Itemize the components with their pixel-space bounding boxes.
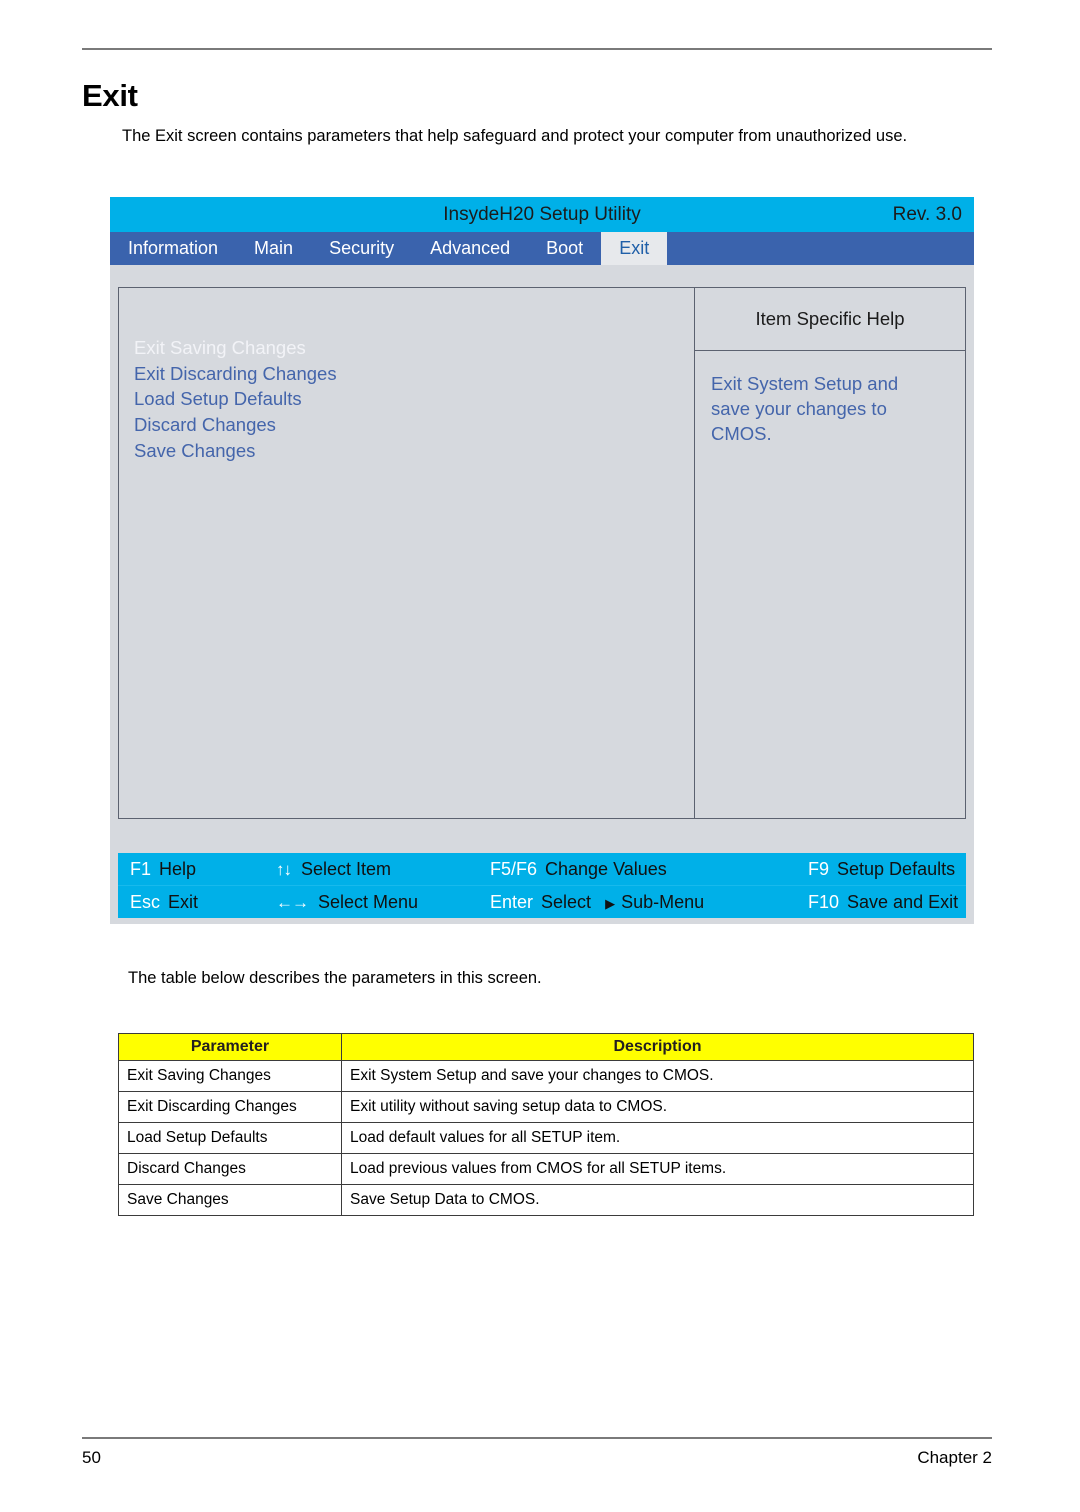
key-f9-setup-defaults[interactable]: F9 Setup Defaults — [808, 859, 966, 880]
menu-item-discard-changes[interactable]: Discard Changes — [134, 412, 694, 438]
key-updown-select-item[interactable]: ↑↓ Select Item — [276, 859, 490, 880]
bios-utility-name: InsydeH20 Setup Utility — [443, 204, 641, 225]
key-label-f5f6: F5/F6 — [490, 858, 538, 879]
key-desc-select-menu: Select Menu — [318, 891, 419, 912]
key-f1-help[interactable]: F1 Help — [118, 859, 276, 880]
footer-rule — [82, 1437, 992, 1439]
help-text-line-3: CMOS. — [711, 423, 772, 444]
page-title: Exit — [82, 78, 138, 113]
cell-description: Exit System Setup and save your changes … — [341, 1060, 974, 1092]
key-desc-save-and-exit: Save and Exit — [847, 891, 959, 912]
key-leftright-select-menu[interactable]: ←→ Select Menu — [276, 892, 490, 913]
key-desc-setup-defaults: Setup Defaults — [837, 858, 956, 879]
document-page: Exit The Exit screen contains parameters… — [0, 0, 1080, 1512]
column-header-description: Description — [341, 1033, 974, 1061]
bios-content-frame: Exit Saving Changes Exit Discarding Chan… — [118, 287, 966, 819]
tab-advanced[interactable]: Advanced — [412, 232, 528, 265]
help-text-line-1: Exit System Setup and — [711, 373, 899, 394]
tab-boot[interactable]: Boot — [528, 232, 601, 265]
tab-main[interactable]: Main — [236, 232, 311, 265]
key-desc-sub-menu: Sub-Menu — [621, 891, 705, 912]
cell-parameter: Save Changes — [118, 1184, 342, 1216]
help-panel-title: Item Specific Help — [695, 288, 965, 351]
cell-description: Load default values for all SETUP item. — [341, 1122, 974, 1154]
table-intro-paragraph: The table below describes the parameters… — [128, 969, 542, 987]
bios-body: Exit Saving Changes Exit Discarding Chan… — [110, 265, 974, 924]
tab-exit[interactable]: Exit — [601, 232, 668, 265]
menu-item-exit-saving-changes[interactable]: Exit Saving Changes — [134, 335, 694, 361]
exit-menu-list[interactable]: Exit Saving Changes Exit Discarding Chan… — [134, 335, 694, 464]
key-desc-select: Select — [541, 891, 592, 912]
table-body: Exit Saving Changes Exit System Setup an… — [118, 1060, 974, 1216]
parameter-description-table: Parameter Description Exit Saving Change… — [118, 1033, 974, 1216]
help-text-line-2: save your changes to — [711, 398, 887, 419]
key-desc-exit: Exit — [168, 891, 199, 912]
function-key-row-2: Esc Exit ←→ Select Menu Enter Select ▶ S… — [118, 885, 966, 918]
key-desc-help: Help — [159, 858, 197, 879]
key-esc-exit[interactable]: Esc Exit — [118, 892, 276, 913]
help-panel-body: Exit System Setup and save your changes … — [695, 351, 965, 446]
key-label-enter: Enter — [490, 891, 534, 912]
cell-parameter: Exit Saving Changes — [118, 1060, 342, 1092]
menu-item-load-setup-defaults[interactable]: Load Setup Defaults — [134, 386, 694, 412]
cell-description: Save Setup Data to CMOS. — [341, 1184, 974, 1216]
bios-revision: Rev. 3.0 — [892, 204, 962, 225]
bios-title-bar: InsydeH20 Setup Utility Rev. 3.0 — [110, 197, 974, 232]
function-key-bar: F1 Help ↑↓ Select Item F5/F6 Change Valu… — [118, 853, 966, 918]
cell-description: Load previous values from CMOS for all S… — [341, 1153, 974, 1185]
key-label-f1: F1 — [130, 858, 152, 879]
intro-paragraph: The Exit screen contains parameters that… — [122, 127, 908, 145]
table-head: Parameter Description — [118, 1033, 974, 1061]
left-right-arrow-icon: ←→ — [276, 892, 309, 912]
key-enter-select-submenu[interactable]: Enter Select ▶ Sub-Menu — [490, 892, 808, 913]
tab-bar-filler — [667, 232, 974, 265]
up-down-arrow-icon: ↑↓ — [276, 859, 292, 879]
bios-menu-panel: Exit Saving Changes Exit Discarding Chan… — [119, 288, 695, 818]
bios-tab-bar[interactable]: Information Main Security Advanced Boot … — [110, 232, 974, 265]
table-row: Load Setup Defaults Load default values … — [118, 1122, 974, 1154]
page-number: 50 — [82, 1448, 101, 1467]
cell-description: Exit utility without saving setup data t… — [341, 1091, 974, 1123]
key-label-esc: Esc — [130, 891, 161, 912]
function-key-row-1: F1 Help ↑↓ Select Item F5/F6 Change Valu… — [118, 853, 966, 885]
key-f5f6-change-values[interactable]: F5/F6 Change Values — [490, 859, 808, 880]
table-row: Exit Saving Changes Exit System Setup an… — [118, 1060, 974, 1092]
header-rule — [82, 48, 992, 50]
cell-parameter: Load Setup Defaults — [118, 1122, 342, 1154]
table-row: Exit Discarding Changes Exit utility wit… — [118, 1091, 974, 1123]
key-desc-select-item: Select Item — [301, 858, 392, 879]
key-f10-save-and-exit[interactable]: F10 Save and Exit — [808, 892, 966, 913]
menu-item-exit-discarding-changes[interactable]: Exit Discarding Changes — [134, 361, 694, 387]
bios-setup-screenshot: InsydeH20 Setup Utility Rev. 3.0 Informa… — [110, 197, 974, 924]
table-header-row: Parameter Description — [118, 1033, 974, 1061]
cell-parameter: Exit Discarding Changes — [118, 1091, 342, 1123]
table-row: Save Changes Save Setup Data to CMOS. — [118, 1184, 974, 1216]
tab-information[interactable]: Information — [110, 232, 236, 265]
table-row: Discard Changes Load previous values fro… — [118, 1153, 974, 1185]
cell-parameter: Discard Changes — [118, 1153, 342, 1185]
key-label-f9: F9 — [808, 858, 830, 879]
tab-security[interactable]: Security — [311, 232, 412, 265]
chapter-label: Chapter 2 — [917, 1448, 992, 1467]
key-label-f10: F10 — [808, 891, 840, 912]
submenu-triangle-icon: ▶ — [605, 895, 616, 911]
key-desc-change-values: Change Values — [545, 858, 667, 879]
column-header-parameter: Parameter — [118, 1033, 342, 1061]
menu-item-save-changes[interactable]: Save Changes — [134, 438, 694, 464]
item-specific-help-panel: Item Specific Help Exit System Setup and… — [695, 288, 965, 818]
